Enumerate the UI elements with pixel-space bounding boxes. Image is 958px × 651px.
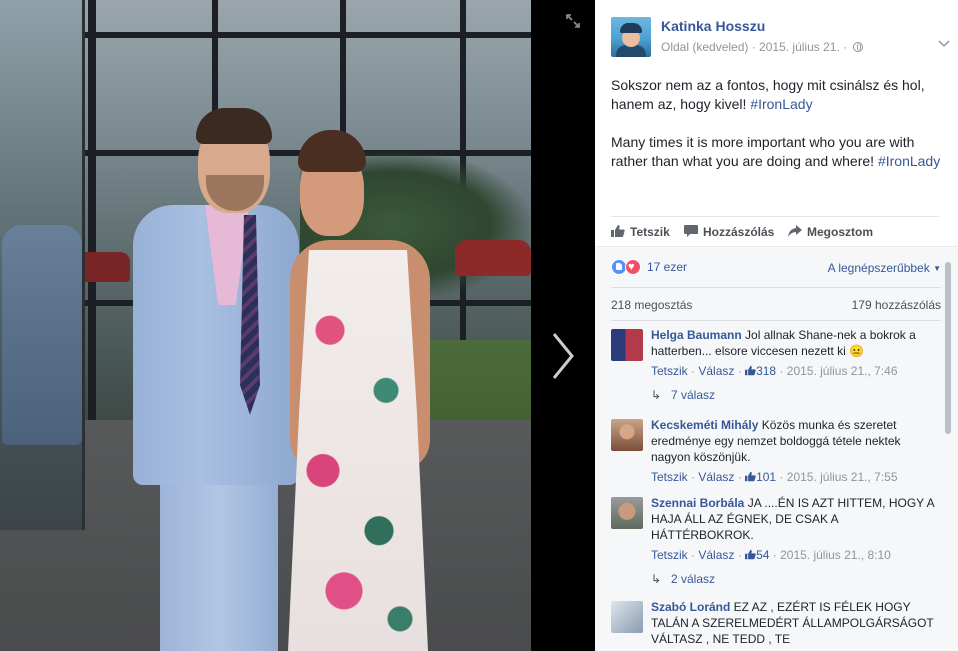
comment-like-link[interactable]: Tetszik [651,364,688,378]
comment-reply-link[interactable]: Válasz [698,548,734,562]
comment-body: Helga Baumann Jol allnak Shane-nek a bok… [651,327,941,359]
comment-item: Kecskeméti Mihály Közös munka és szerete… [611,417,941,495]
hashtag-link[interactable]: #IronLady [750,96,812,112]
photo-car [455,240,531,276]
comment-date[interactable]: 2015. július 21., 7:46 [787,364,898,378]
post-header: Katinka Hosszu Oldal (kedveled) · 2015. … [611,17,950,61]
comment-icon [684,225,698,237]
page-name-link[interactable]: Katinka Hosszu [661,17,765,35]
comment-like-count[interactable]: 318 [756,364,776,378]
comment-actions: Tetszik · Válasz · 318 · 2015. július 21… [651,364,898,378]
post-photo[interactable] [0,0,531,651]
comment-count[interactable]: 179 hozzászólás [852,298,941,312]
comment-item: Szennai Borbála JA ....ÉN IS AZT HITTEM,… [611,495,941,599]
photo-woman-dress [288,250,428,651]
view-replies-link[interactable]: ↳ 2 válasz [651,572,941,586]
comment-body: Szabó Loránd EZ AZ , EZÉRT IS FÉLEK HOGY… [651,599,941,647]
comment-author[interactable]: Szabó Loránd [651,600,730,614]
share-icon [788,225,802,237]
commenter-avatar[interactable] [611,329,643,361]
reactions-summary[interactable]: 17 ezer A legnépszerűbbek ▼ [611,259,941,277]
comment-actions: Tetszik · Válasz · 54 · 2015. július 21.… [651,548,891,562]
expand-icon[interactable] [566,14,580,28]
post-meta: Oldal (kedveled) · 2015. július 21. · [661,39,864,55]
next-arrow-icon[interactable] [546,330,578,382]
comment-item: Szabó Loránd EZ AZ , EZÉRT IS FÉLEK HOGY… [611,599,941,647]
feedback-section: 17 ezer A legnépszerűbbek ▼ 218 megosztá… [595,246,958,651]
caret-down-icon: ▼ [933,264,941,273]
comment-actions: Tetszik · Válasz · 101 · 2015. július 21… [651,470,898,484]
photo-man-legs [160,470,278,651]
photo-man-hair [196,108,272,144]
post-message: Sokszor nem az a fontos, hogy mit csinál… [611,76,941,190]
thumbs-up-icon [745,365,756,376]
comment-date[interactable]: 2015. július 21., 7:55 [787,470,898,484]
globe-icon [853,42,864,52]
comment-body: Kecskeméti Mihály Közös munka és szerete… [651,417,941,465]
comment-list: Helga Baumann Jol allnak Shane-nek a bok… [611,327,941,647]
comment-reply-link[interactable]: Válasz [698,364,734,378]
photo-reflection-person [2,225,82,445]
reply-arrow-icon: ↳ [651,388,662,402]
post-panel: Katinka Hosszu Oldal (kedveled) · 2015. … [595,0,958,651]
commenter-avatar[interactable] [611,601,643,633]
post-actions: Tetszik Hozzászólás Megosztom [611,216,939,247]
share-count[interactable]: 218 megosztás [611,298,692,312]
chevron-down-icon[interactable] [938,37,950,51]
divider [611,320,941,321]
avatar[interactable] [611,17,651,57]
comment-button[interactable]: Hozzászólás [684,225,774,239]
meta-separator: · [839,40,851,54]
reaction-count[interactable]: 17 ezer [647,260,687,274]
comment-like-link[interactable]: Tetszik [651,548,688,562]
sort-comments-dropdown[interactable]: A legnépszerűbbek ▼ [828,261,941,275]
share-button[interactable]: Megosztom [788,225,873,239]
comment-like-count[interactable]: 101 [756,470,776,484]
post-text-en: Many times it is more important who you … [611,134,941,169]
commenter-avatar[interactable] [611,497,643,529]
comment-item: Helga Baumann Jol allnak Shane-nek a bok… [611,327,941,417]
thumbs-up-icon [745,471,756,482]
comment-author[interactable]: Szennai Borbála [651,496,744,510]
reply-arrow-icon: ↳ [651,572,662,586]
comment-reply-link[interactable]: Válasz [698,470,734,484]
comment-date[interactable]: 2015. július 21., 8:10 [780,548,891,562]
page-status: Oldal (kedveled) · [661,40,760,54]
love-reaction-icon [625,259,641,275]
hashtag-link[interactable]: #IronLady [878,153,940,169]
comment-author[interactable]: Helga Baumann [651,328,742,342]
comment-like-count[interactable]: 54 [756,548,769,562]
photo-viewer [0,0,595,651]
comment-body: Szennai Borbála JA ....ÉN IS AZT HITTEM,… [651,495,941,543]
divider [611,287,941,288]
thumbs-up-icon [611,225,625,237]
comment-like-link[interactable]: Tetszik [651,470,688,484]
comment-author[interactable]: Kecskeméti Mihály [651,418,758,432]
thumbs-up-icon [745,549,756,560]
view-replies-link[interactable]: ↳ 7 válasz [651,388,941,402]
commenter-avatar[interactable] [611,419,643,451]
post-date[interactable]: 2015. július 21. [759,40,840,54]
like-button[interactable]: Tetszik [611,225,670,239]
post-text-hu: Sokszor nem az a fontos, hogy mit csinál… [611,77,925,112]
comments-scrollbar[interactable] [945,262,951,434]
